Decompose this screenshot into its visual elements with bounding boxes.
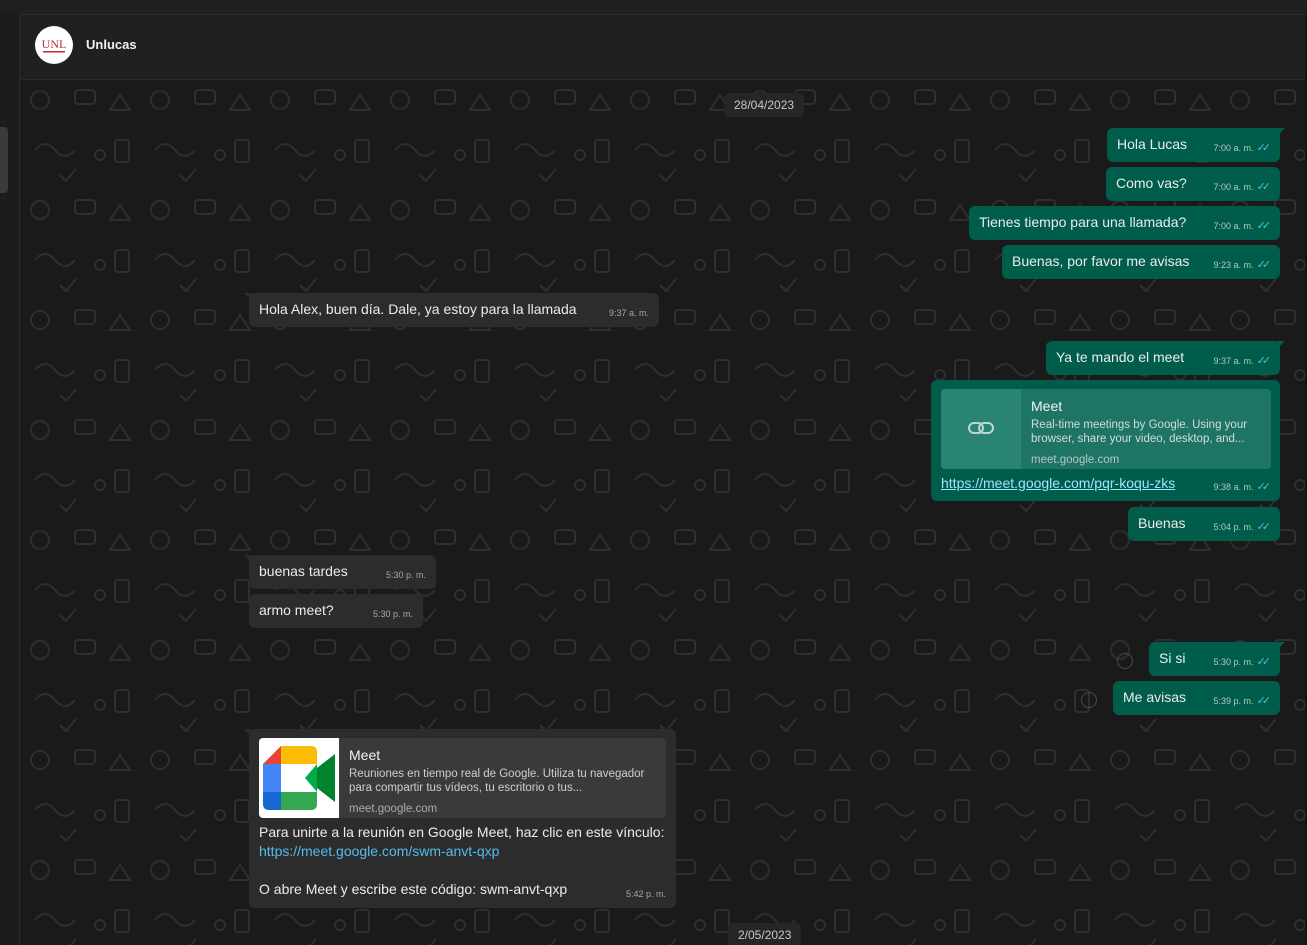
preview-description-line: browser, share your video, desktop, and.… <box>1031 433 1245 445</box>
message-text: armo meet? <box>259 602 334 618</box>
message-text: Si si <box>1159 650 1186 666</box>
avatar-logo-text: UNL <box>42 37 67 51</box>
message-time: 7:00 a. m. <box>1213 143 1254 153</box>
message-outgoing[interactable]: Tienes tiempo para una llamada? 7:00 a. … <box>969 206 1280 240</box>
message-outgoing[interactable]: Ya te mando el meet 9:37 a. m. ✓✓ <box>1046 341 1285 375</box>
date-divider: 2/05/2023 <box>728 923 802 945</box>
message-time: 5:30 p. m. <box>385 570 426 580</box>
chat-header[interactable]: UNL Unlucas <box>20 15 1305 80</box>
double-check-icon: ✓✓ <box>1256 142 1272 154</box>
message-time: 7:00 a. m. <box>1213 182 1254 192</box>
message-outgoing[interactable]: Buenas 5:04 p. m. ✓✓ <box>1128 507 1280 541</box>
chat-area[interactable]: 28/04/2023 Hola Lucas 7:00 a. m. ✓✓ Como … <box>20 80 1305 945</box>
message-incoming[interactable]: Hola Alex, buen día. Dale, ya estoy para… <box>244 293 659 327</box>
sidebar-handle[interactable] <box>0 127 8 193</box>
message-text: Hola Alex, buen día. Dale, ya estoy para… <box>259 301 577 317</box>
message-outgoing[interactable]: Si si 5:30 p. m. ✓✓ <box>1149 642 1285 676</box>
message-incoming[interactable]: buenas tardes 5:30 p. m. <box>244 555 436 589</box>
preview-description-line: Real-time meetings by Google. Using your <box>1031 419 1248 431</box>
double-check-icon: ✓✓ <box>1256 481 1272 493</box>
message-text: O abre Meet y escribe este código: swm-a… <box>259 881 568 897</box>
message-text: Ya te mando el meet <box>1056 349 1185 365</box>
window-top-strip <box>0 0 1307 15</box>
message-time: 9:38 a. m. <box>1213 482 1254 492</box>
avatar[interactable]: UNL <box>35 26 73 64</box>
message-time: 5:30 p. m. <box>1213 657 1254 667</box>
message-outgoing[interactable]: Me avisas 5:39 p. m. ✓✓ <box>1113 681 1280 715</box>
message-incoming[interactable]: armo meet? 5:30 p. m. <box>249 594 423 628</box>
double-check-icon: ✓✓ <box>1256 220 1272 232</box>
message-text: Me avisas <box>1123 689 1187 705</box>
link-thumbnail <box>941 389 1021 469</box>
message-time: 7:00 a. m. <box>1213 221 1254 231</box>
preview-description-line: Reuniones en tiempo real de Google. Util… <box>349 768 645 780</box>
preview-title: Meet <box>1031 398 1063 414</box>
double-check-icon: ✓✓ <box>1256 259 1272 271</box>
message-outgoing[interactable]: Como vas? 7:00 a. m. ✓✓ <box>1106 167 1280 201</box>
message-time: 5:42 p. m. <box>625 889 666 899</box>
message-text: Hola Lucas <box>1117 136 1188 152</box>
message-time: 9:23 a. m. <box>1213 260 1254 270</box>
double-check-icon: ✓✓ <box>1256 695 1272 707</box>
sidebar-edge <box>0 14 20 945</box>
message-text: Para unirte a la reunión en Google Meet,… <box>259 824 665 840</box>
contact-name[interactable]: Unlucas <box>86 37 137 52</box>
meeting-link[interactable]: https://meet.google.com/pqr-koqu-zks <box>941 474 1175 493</box>
date-divider: 28/04/2023 <box>724 93 805 117</box>
meeting-link[interactable]: https://meet.google.com/swm-anvt-qxp <box>259 842 499 861</box>
message-time: 9:37 a. m. <box>1213 356 1254 366</box>
preview-domain: meet.google.com <box>349 803 438 815</box>
double-check-icon: ✓✓ <box>1256 656 1272 668</box>
message-outgoing[interactable]: Hola Lucas 7:00 a. m. ✓✓ <box>1107 128 1285 162</box>
message-outgoing[interactable]: Buenas, por favor me avisas 9:23 a. m. ✓✓ <box>1002 245 1280 279</box>
message-incoming-link[interactable]: Meet Reuniones en tiempo real de Google.… <box>244 729 676 908</box>
message-outgoing-link[interactable]: Meet Real-time meetings by Google. Using… <box>931 380 1280 501</box>
smiley-icon[interactable] <box>1117 653 1133 669</box>
preview-domain: meet.google.com <box>1031 454 1120 466</box>
smiley-icon[interactable] <box>1081 692 1097 708</box>
message-time: 9:37 a. m. <box>608 308 649 318</box>
link-preview[interactable]: Meet Real-time meetings by Google. Using… <box>941 389 1271 469</box>
meet-logo-icon <box>259 738 339 818</box>
message-text: Buenas <box>1138 515 1186 531</box>
link-preview[interactable]: Meet Reuniones en tiempo real de Google.… <box>259 738 666 818</box>
double-check-icon: ✓✓ <box>1256 181 1272 193</box>
message-time: 5:39 p. m. <box>1213 696 1254 706</box>
double-check-icon: ✓✓ <box>1256 355 1272 367</box>
message-text: Como vas? <box>1116 175 1187 191</box>
message-text: Buenas, por favor me avisas <box>1012 253 1190 269</box>
preview-description-line: para compartir tus vídeos, tu escritorio… <box>349 782 583 794</box>
preview-title: Meet <box>349 747 381 763</box>
double-check-icon: ✓✓ <box>1256 521 1272 533</box>
message-time: 5:30 p. m. <box>372 609 413 619</box>
message-text: buenas tardes <box>259 563 348 579</box>
message-time: 5:04 p. m. <box>1213 522 1254 532</box>
message-text: Tienes tiempo para una llamada? <box>979 214 1187 230</box>
link-icon <box>968 422 994 434</box>
